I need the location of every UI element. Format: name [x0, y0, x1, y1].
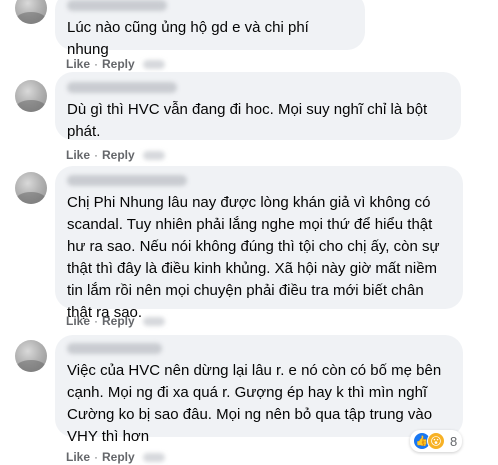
reply-button[interactable]: Reply — [102, 450, 135, 464]
timestamp-blurred[interactable] — [142, 150, 165, 160]
wow-reaction-icon: 😮 — [427, 432, 445, 450]
like-button[interactable]: Like — [66, 314, 90, 328]
timestamp-blurred[interactable] — [142, 452, 165, 462]
comment-text: Chị Phi Nhung lâu nay được lòng khán giả… — [67, 194, 444, 321]
comment-bubble: Việc của HVC nên dừng lại lâu r. e nó cò… — [55, 335, 463, 445]
author-name-blurred[interactable] — [67, 82, 177, 93]
reply-button[interactable]: Reply — [102, 57, 135, 71]
like-button[interactable]: Like — [66, 57, 90, 71]
separator-dot: · — [94, 57, 99, 71]
avatar[interactable] — [15, 172, 47, 204]
avatar[interactable] — [15, 340, 47, 372]
timestamp-blurred[interactable] — [142, 59, 165, 69]
separator-dot: · — [94, 148, 99, 162]
comment-text: Dù gì thì HVC vẫn đang đi hoc. Mọi suy n… — [67, 101, 432, 140]
comment-text: Việc của HVC nên dừng lại lâu r. e nó cò… — [67, 362, 446, 445]
comment-actions: Like · Reply — [66, 147, 165, 163]
separator-dot: · — [94, 450, 99, 464]
timestamp-blurred[interactable] — [142, 316, 165, 326]
like-button[interactable]: Like — [66, 148, 90, 162]
avatar[interactable] — [15, 80, 47, 112]
reply-button[interactable]: Reply — [102, 314, 135, 328]
comment-bubble: Lúc nào cũng ủng hộ gd e và chi phí nhun… — [55, 0, 365, 58]
reaction-count: 8 — [450, 433, 458, 449]
reply-button[interactable]: Reply — [102, 148, 135, 162]
author-name-blurred[interactable] — [67, 343, 162, 354]
comment-actions: Like · Reply — [66, 313, 165, 329]
avatar[interactable] — [15, 0, 47, 24]
like-button[interactable]: Like — [66, 450, 90, 464]
comment-actions: Like · Reply — [66, 449, 165, 465]
comment-actions: Like · Reply — [66, 56, 165, 72]
separator-dot: · — [94, 314, 99, 328]
comment-text: Lúc nào cũng ủng hộ gd e và chi phí nhun… — [67, 19, 314, 58]
author-name-blurred[interactable] — [67, 0, 167, 11]
comment-bubble: Dù gì thì HVC vẫn đang đi hoc. Mọi suy n… — [55, 72, 461, 140]
comment-bubble: Chị Phi Nhung lâu nay được lòng khán giả… — [55, 166, 463, 321]
author-name-blurred[interactable] — [67, 175, 187, 186]
reaction-summary[interactable]: 👍 😮 8 — [410, 430, 463, 452]
